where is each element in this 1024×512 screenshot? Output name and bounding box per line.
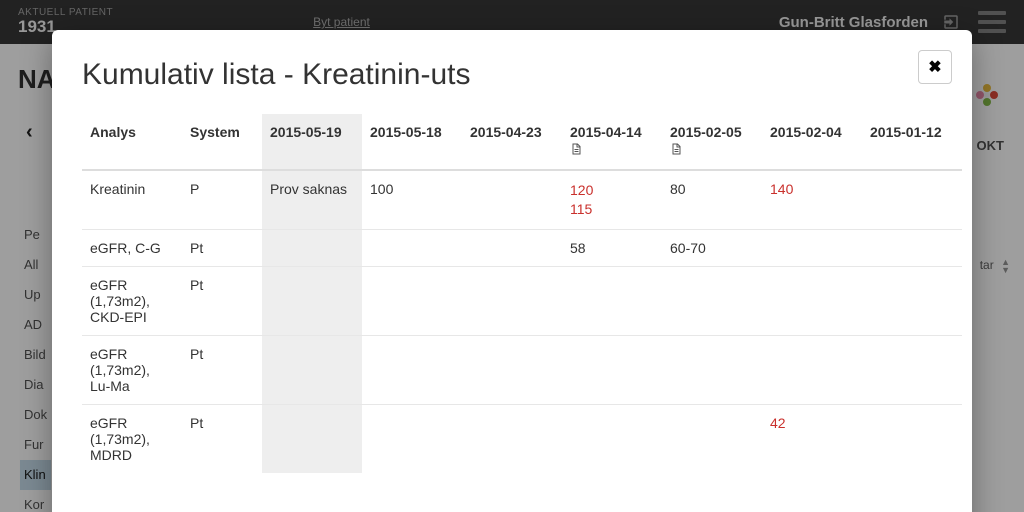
cell-system: P xyxy=(182,170,262,229)
col-date-3[interactable]: 2015-04-14 xyxy=(562,114,662,170)
cell-analys: eGFR, C-G xyxy=(82,229,182,266)
table-row: eGFR (1,73m2), CKD-EPIPt xyxy=(82,266,962,335)
cell-analys: Kreatinin xyxy=(82,170,182,229)
close-icon: ✖ xyxy=(928,57,941,77)
cell-value xyxy=(362,266,462,335)
cell-value xyxy=(562,335,662,404)
cell-value xyxy=(362,335,462,404)
cell-value xyxy=(462,170,562,229)
col-date-0[interactable]: 2015-05-19 xyxy=(262,114,362,170)
cell-value: 58 xyxy=(562,229,662,266)
cell-analys: eGFR (1,73m2), Lu-Ma xyxy=(82,335,182,404)
col-date-2[interactable]: 2015-04-23 xyxy=(462,114,562,170)
table-header-row: Analys System 2015-05-19 2015-05-18 2015… xyxy=(82,114,962,170)
cell-system: Pt xyxy=(182,404,262,473)
col-system[interactable]: System xyxy=(182,114,262,170)
cell-value xyxy=(262,404,362,473)
col-analys[interactable]: Analys xyxy=(82,114,182,170)
cell-value xyxy=(762,266,862,335)
cell-value xyxy=(762,229,862,266)
table-row: eGFR (1,73m2), MDRDPt 42 xyxy=(82,404,962,473)
cell-value xyxy=(462,266,562,335)
table-row: eGFR, C-GPt 5860-70 xyxy=(82,229,962,266)
cell-value xyxy=(562,404,662,473)
cell-value xyxy=(262,229,362,266)
cell-value xyxy=(662,335,762,404)
col-date-5[interactable]: 2015-02-04 xyxy=(762,114,862,170)
cell-value xyxy=(662,266,762,335)
cell-value: 120115 xyxy=(562,170,662,229)
document-icon[interactable] xyxy=(670,142,682,159)
table-row: KreatininPProv saknas100 12011580140 xyxy=(82,170,962,229)
document-icon[interactable] xyxy=(570,142,582,159)
cell-analys: eGFR (1,73m2), CKD-EPI xyxy=(82,266,182,335)
col-date-4[interactable]: 2015-02-05 xyxy=(662,114,762,170)
cell-system: Pt xyxy=(182,266,262,335)
cell-value: 42 xyxy=(762,404,862,473)
cell-value xyxy=(362,404,462,473)
cell-value xyxy=(462,404,562,473)
col-date-1[interactable]: 2015-05-18 xyxy=(362,114,462,170)
cell-value xyxy=(862,170,962,229)
cell-value: Prov saknas xyxy=(262,170,362,229)
cell-value: 60-70 xyxy=(662,229,762,266)
cell-value xyxy=(862,229,962,266)
cell-value xyxy=(862,335,962,404)
cell-value xyxy=(262,335,362,404)
cell-value: 140 xyxy=(762,170,862,229)
cell-value xyxy=(362,229,462,266)
cumulative-list-modal: Kumulativ lista - Kreatinin-uts ✖ Analys… xyxy=(52,30,972,512)
modal-title: Kumulativ lista - Kreatinin-uts xyxy=(82,58,942,92)
cell-system: Pt xyxy=(182,229,262,266)
cell-value: 100 xyxy=(362,170,462,229)
cell-value xyxy=(662,404,762,473)
cell-value xyxy=(562,266,662,335)
table-row: eGFR (1,73m2), Lu-MaPt xyxy=(82,335,962,404)
cell-value xyxy=(762,335,862,404)
cell-value xyxy=(262,266,362,335)
cell-value xyxy=(862,266,962,335)
cell-value: 80 xyxy=(662,170,762,229)
modal-overlay: Kumulativ lista - Kreatinin-uts ✖ Analys… xyxy=(0,0,1024,512)
cell-value xyxy=(462,335,562,404)
col-date-6[interactable]: 2015-01-12 xyxy=(862,114,962,170)
cell-analys: eGFR (1,73m2), MDRD xyxy=(82,404,182,473)
cell-value xyxy=(862,404,962,473)
cell-system: Pt xyxy=(182,335,262,404)
cell-value xyxy=(462,229,562,266)
close-button[interactable]: ✖ xyxy=(918,50,952,84)
cumulative-table: Analys System 2015-05-19 2015-05-18 2015… xyxy=(82,114,962,473)
